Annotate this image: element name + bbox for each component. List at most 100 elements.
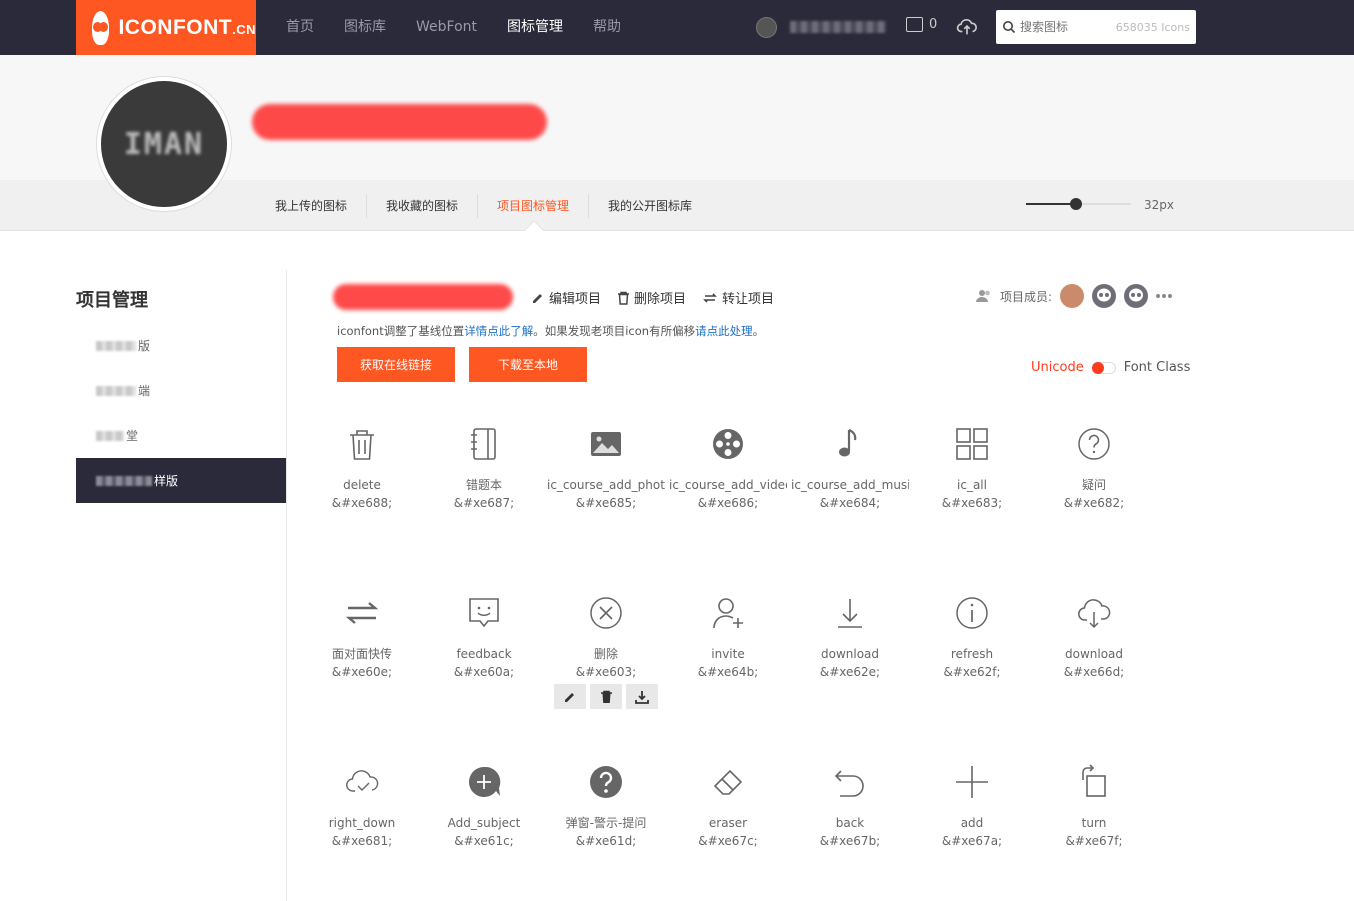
icon-card[interactable]: ic_all &#xe683; bbox=[913, 424, 1031, 512]
icon-name: download bbox=[1064, 647, 1124, 661]
icon-size-slider[interactable] bbox=[1026, 198, 1131, 210]
delete-icon-button[interactable] bbox=[590, 684, 622, 709]
icon-card[interactable]: 面对面快传 &#xe60e; bbox=[303, 593, 421, 681]
tab-my-uploads[interactable]: 我上传的图标 bbox=[256, 193, 368, 218]
icon-code: &#xe67b; bbox=[819, 834, 881, 848]
icon-card[interactable]: ic_course_add_photo &#xe685; bbox=[547, 424, 665, 512]
get-online-link-button[interactable]: 获取在线链接 bbox=[337, 347, 455, 382]
icon-card[interactable]: 弹窗-警示-提问 &#xe61d; bbox=[547, 762, 665, 850]
delete-project-button[interactable]: 删除项目 bbox=[617, 288, 686, 307]
mode-switch[interactable] bbox=[1091, 361, 1116, 374]
icon-code: &#xe687; bbox=[453, 496, 515, 510]
icon-count: 658035 Icons bbox=[1115, 20, 1190, 34]
cart-button[interactable]: 0 bbox=[906, 17, 937, 32]
icon-card[interactable]: delete &#xe688; bbox=[303, 424, 421, 512]
more-members-icon[interactable] bbox=[1156, 293, 1173, 299]
tab-my-public-library[interactable]: 我的公开图标库 bbox=[589, 194, 711, 218]
trash-icon bbox=[618, 291, 630, 305]
grid-icon bbox=[956, 428, 988, 460]
icon-code: &#xe682; bbox=[1063, 496, 1125, 510]
icon-name: download bbox=[820, 647, 880, 661]
unicode-label[interactable]: Unicode bbox=[1031, 360, 1084, 375]
search-box[interactable]: 658035 Icons bbox=[996, 10, 1196, 44]
icon-name: ic_course_add_video bbox=[669, 478, 787, 492]
sidebar-divider bbox=[286, 270, 287, 901]
user-name-redacted[interactable] bbox=[790, 21, 886, 33]
main-nav: 首页 图标库 WebFont 图标管理 帮助 bbox=[276, 0, 641, 55]
icon-card[interactable]: ic_course_add_video &#xe686; bbox=[669, 424, 787, 512]
project-actions: 编辑项目 删除项目 转让项目 bbox=[531, 288, 774, 307]
feedback-icon bbox=[469, 598, 499, 628]
icon-card[interactable]: download &#xe62e; bbox=[791, 593, 909, 681]
sidebar-project-4[interactable]: 样版 bbox=[76, 458, 286, 503]
iconfont-logo[interactable]: ICONFONT.CN bbox=[76, 0, 256, 55]
icon-name: ic_course_add_music bbox=[791, 478, 909, 492]
icon-card[interactable]: feedback &#xe60a; bbox=[425, 593, 543, 681]
rotate-icon bbox=[1082, 764, 1106, 797]
icon-card[interactable]: back &#xe67b; bbox=[791, 762, 909, 850]
edit-icon-button[interactable] bbox=[554, 684, 586, 709]
nav-icon-manage[interactable]: 图标管理 bbox=[497, 0, 573, 55]
tab-project-manage[interactable]: 项目图标管理 bbox=[478, 193, 590, 218]
icon-size-label: 32px bbox=[1144, 198, 1174, 212]
project-name-redacted bbox=[333, 284, 513, 310]
icon-card[interactable]: 删除 &#xe603; bbox=[547, 593, 665, 681]
nav-webfont[interactable]: WebFont bbox=[406, 0, 487, 55]
close-circle-icon bbox=[590, 597, 622, 629]
project-members: 项目成员: bbox=[976, 284, 1173, 308]
nav-home[interactable]: 首页 bbox=[276, 0, 324, 55]
transfer-project-button[interactable]: 转让项目 bbox=[702, 288, 774, 307]
icon-code: &#xe61d; bbox=[575, 834, 637, 848]
nav-icon-library[interactable]: 图标库 bbox=[334, 0, 396, 55]
member-avatar-1[interactable] bbox=[1060, 284, 1085, 308]
slider-handle[interactable] bbox=[1070, 198, 1082, 210]
cart-count: 0 bbox=[929, 17, 938, 32]
icon-card[interactable]: Add_subject &#xe61c; bbox=[425, 762, 543, 850]
icon-card[interactable]: invite &#xe64b; bbox=[669, 593, 787, 681]
pencil-icon bbox=[533, 293, 542, 303]
sidebar-project-2[interactable]: 端 bbox=[76, 368, 286, 413]
sidebar-project-1[interactable]: 版 bbox=[76, 323, 286, 368]
icon-code: &#xe62f; bbox=[943, 665, 1001, 679]
icon-name: right_down bbox=[328, 816, 396, 830]
icon-card[interactable]: right_down &#xe681; bbox=[303, 762, 421, 850]
icon-name: ic_course_add_photo bbox=[547, 478, 665, 492]
icon-code: &#xe686; bbox=[697, 496, 759, 510]
back-arrow-icon bbox=[834, 770, 864, 797]
details-link[interactable]: 详情点此了解 bbox=[464, 324, 533, 338]
add-bubble-icon bbox=[469, 766, 501, 797]
sidebar-project-3[interactable]: 堂 bbox=[76, 413, 286, 458]
icon-card[interactable]: add &#xe67a; bbox=[913, 762, 1031, 850]
download-icon-button[interactable] bbox=[626, 684, 658, 709]
profile-tabs: 我上传的图标 我收藏的图标 项目图标管理 我的公开图标库 bbox=[256, 180, 711, 231]
profile-name-redacted bbox=[252, 104, 547, 140]
member-avatar-2[interactable] bbox=[1092, 284, 1117, 308]
icon-name: 疑问 bbox=[1081, 478, 1106, 492]
icon-code: &#xe60e; bbox=[331, 665, 393, 679]
member-avatar-3[interactable] bbox=[1124, 284, 1149, 308]
icon-card[interactable]: ic_course_add_music &#xe684; bbox=[791, 424, 909, 512]
icon-code: &#xe688; bbox=[331, 496, 393, 510]
fix-link[interactable]: 请点此处理 bbox=[695, 324, 753, 338]
edit-project-button[interactable]: 编辑项目 bbox=[531, 288, 601, 307]
music-note-icon bbox=[839, 428, 857, 457]
icon-card[interactable]: turn &#xe67f; bbox=[1035, 762, 1153, 850]
tab-my-favorites[interactable]: 我收藏的图标 bbox=[367, 193, 479, 218]
fontclass-label[interactable]: Font Class bbox=[1124, 360, 1191, 375]
top-navbar: ICONFONT.CN 首页 图标库 WebFont 图标管理 帮助 0 658… bbox=[0, 0, 1354, 55]
cloud-upload-icon[interactable] bbox=[956, 16, 978, 38]
icon-card[interactable]: 错题本 &#xe687; bbox=[425, 424, 543, 512]
download-local-button[interactable]: 下载至本地 bbox=[469, 347, 587, 382]
icon-code: &#xe603; bbox=[575, 665, 637, 679]
icon-card[interactable]: download &#xe66d; bbox=[1035, 593, 1153, 681]
icon-code: &#xe67f; bbox=[1065, 834, 1123, 848]
nav-help[interactable]: 帮助 bbox=[583, 0, 631, 55]
icon-card[interactable]: 疑问 &#xe682; bbox=[1035, 424, 1153, 512]
search-input[interactable] bbox=[1020, 20, 1110, 34]
icon-card[interactable]: refresh &#xe62f; bbox=[913, 593, 1031, 681]
icon-card[interactable]: eraser &#xe67c; bbox=[669, 762, 787, 850]
notebook-icon bbox=[471, 428, 496, 460]
user-avatar[interactable] bbox=[756, 17, 777, 38]
skull-logo-icon bbox=[92, 10, 110, 45]
icon-name: back bbox=[835, 816, 865, 830]
